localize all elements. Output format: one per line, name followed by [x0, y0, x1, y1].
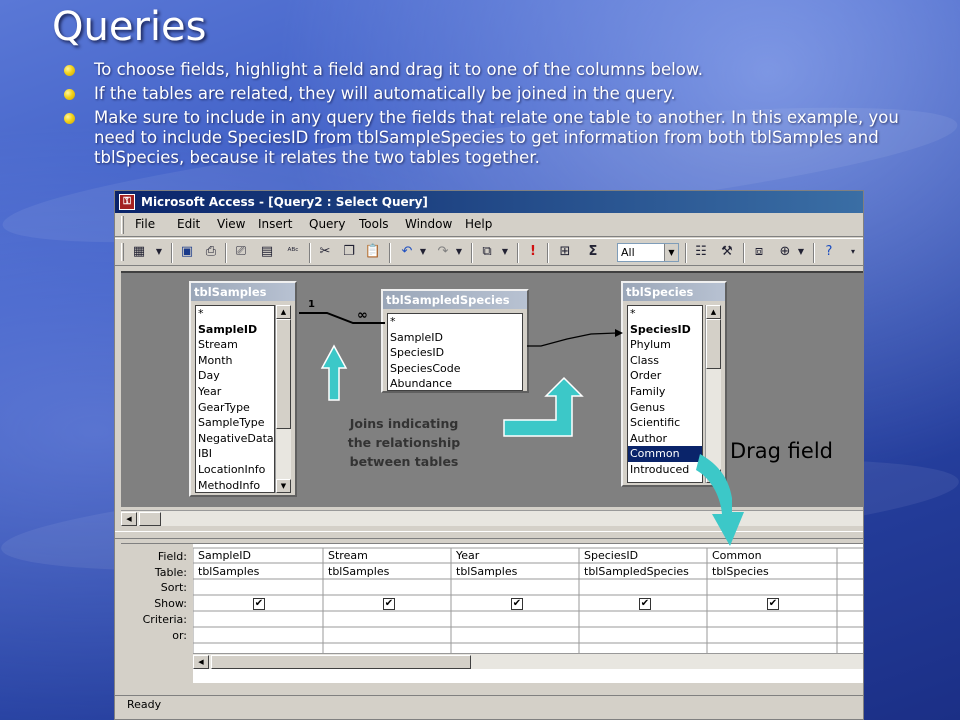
drag-field-label: Drag field [730, 439, 833, 463]
join-caption: Joins indicating the relationship betwee… [334, 414, 474, 471]
drag-arrow-annotation [696, 454, 744, 546]
elbow-arrow-annotation [503, 376, 584, 437]
caption-line: the relationship [347, 435, 461, 450]
caption-line: Joins indicating [349, 416, 459, 431]
annotation-overlay [320, 344, 744, 546]
up-arrow-annotation [320, 344, 348, 401]
caption-line: between tables [349, 454, 459, 469]
